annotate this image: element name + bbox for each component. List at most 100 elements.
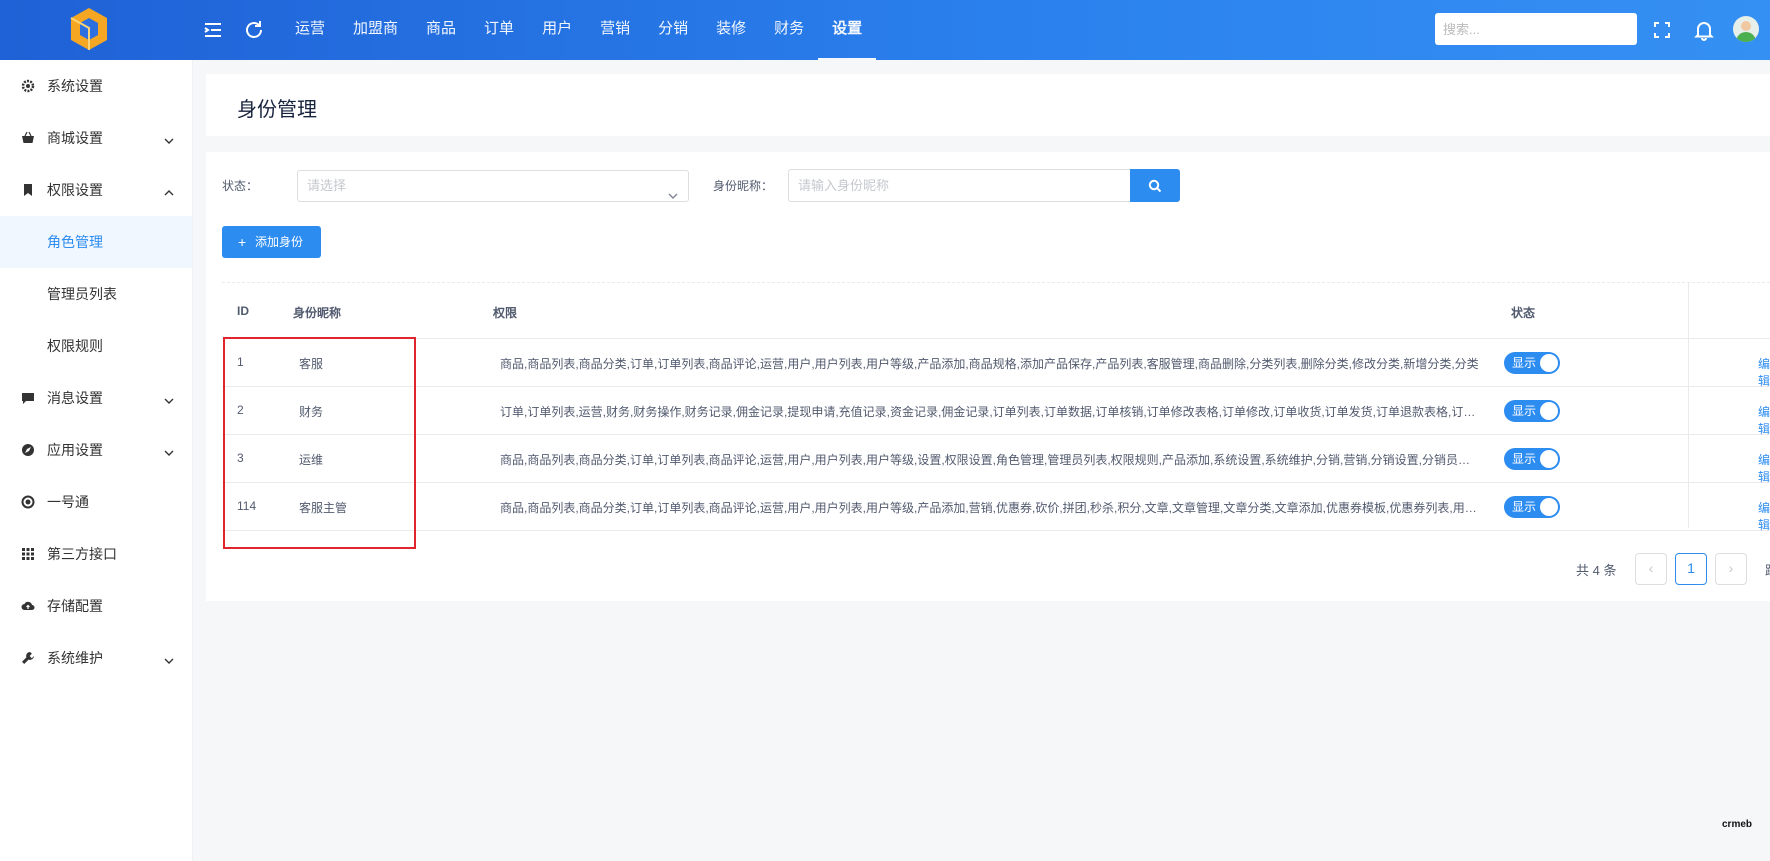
header-id: ID [237, 304, 249, 318]
toggle-knob [1540, 354, 1558, 372]
sidebar-item-system-maintenance[interactable]: 系统维护 [0, 632, 192, 684]
wrench-icon [21, 651, 35, 665]
edit-link[interactable]: 编辑 [1758, 451, 1770, 485]
toggle-knob [1540, 450, 1558, 468]
sidebar-item-label: 权限规则 [47, 338, 103, 354]
sidebar-item-label: 系统维护 [47, 650, 103, 666]
nav-item-marketing[interactable]: 营销 [586, 0, 644, 60]
search-button[interactable] [1130, 169, 1180, 202]
top-header: 运营 加盟商 商品 订单 用户 营销 分销 装修 财务 设置 [0, 0, 1770, 60]
sidebar-item-storage-config[interactable]: 存储配置 [0, 580, 192, 632]
sidebar-item-label: 第三方接口 [47, 546, 117, 562]
header-name: 身份昵称 [293, 306, 342, 320]
chevron-down-icon [164, 133, 174, 144]
edit-link[interactable]: 编辑 [1758, 355, 1770, 389]
sidebar-item-label: 管理员列表 [47, 286, 117, 302]
table-row: 3 运维 商品,商品列表,商品分类,订单,订单列表,商品评论,运营,用户,用户列… [222, 435, 1770, 485]
plus-icon: + [238, 234, 247, 250]
header-status: 状态 [1511, 306, 1536, 320]
search-icon [1148, 179, 1162, 193]
table-header: ID 身份昵称 权限 状态 [222, 283, 1770, 339]
nav-item-products[interactable]: 商品 [412, 0, 470, 60]
add-role-button-label: 添加身份 [255, 235, 304, 249]
sidebar-item-third-party-api[interactable]: 第三方接口 [0, 528, 192, 580]
add-role-button[interactable]: + 添加身份 [222, 226, 321, 258]
watermark: crmeb [1722, 819, 1753, 830]
cell-permissions: 商品,商品列表,商品分类,订单,订单列表,商品评论,运营,用户,用户列表,用户等… [500, 501, 1482, 515]
sidebar-item-mall-settings[interactable]: 商城设置 [0, 112, 192, 164]
sidebar: 系统设置 商城设置 权限设置 角色管理 管理员列表 权限规则 消息设置 应用设置… [0, 60, 193, 861]
pagination-total: 共 4 条 [1576, 563, 1617, 578]
status-toggle[interactable]: 显示 [1504, 352, 1560, 374]
sidebar-item-permission-settings[interactable]: 权限设置 [0, 164, 192, 216]
status-select-placeholder: 请选择 [307, 178, 347, 193]
circle-icon [21, 495, 35, 509]
page-title: 身份管理 [237, 99, 317, 121]
sidebar-item-system-settings[interactable]: 系统设置 [0, 60, 192, 112]
role-name-input[interactable] [788, 169, 1131, 202]
status-toggle-label: 显示 [1512, 404, 1537, 418]
basket-icon [21, 131, 35, 145]
sidebar-item-role-management[interactable]: 角色管理 [0, 216, 192, 268]
refresh-icon[interactable] [242, 18, 266, 42]
sidebar-item-label: 权限设置 [47, 182, 103, 198]
cell-permissions: 商品,商品列表,商品分类,订单,订单列表,商品评论,运营,用户,用户列表,用户等… [500, 453, 1482, 467]
nav-item-decoration[interactable]: 装修 [702, 0, 760, 60]
page-header: 身份管理 [206, 74, 1770, 136]
sidebar-item-label: 商城设置 [47, 130, 103, 146]
status-toggle-label: 显示 [1512, 500, 1537, 514]
nav-item-settings[interactable]: 设置 [818, 0, 877, 60]
table-row: 114 客服主管 商品,商品列表,商品分类,订单,订单列表,商品评论,运营,用户… [222, 483, 1770, 533]
status-toggle-label: 显示 [1512, 452, 1537, 466]
nav-item-operations[interactable]: 运营 [281, 0, 339, 60]
chevron-down-icon [164, 653, 174, 664]
page-number-button[interactable]: 1 [1675, 553, 1707, 585]
sidebar-item-label: 应用设置 [47, 442, 103, 458]
sidebar-item-label: 消息设置 [47, 390, 103, 406]
gear-icon [21, 79, 35, 93]
nav-item-franchise[interactable]: 加盟商 [339, 0, 412, 60]
status-toggle[interactable]: 显示 [1504, 400, 1560, 422]
status-toggle[interactable]: 显示 [1504, 496, 1560, 518]
edit-link[interactable]: 编辑 [1758, 499, 1770, 533]
sidebar-item-yihaotong[interactable]: 一号通 [0, 476, 192, 528]
sidebar-item-message-settings[interactable]: 消息设置 [0, 372, 192, 424]
pagination-jump-label: 跳 [1765, 560, 1770, 579]
table-row: 1 客服 商品,商品列表,商品分类,订单,订单列表,商品评论,运营,用户,用户列… [222, 339, 1770, 389]
sidebar-item-admin-list[interactable]: 管理员列表 [0, 268, 192, 320]
header-permissions: 权限 [493, 306, 518, 320]
menu-fold-icon[interactable] [201, 18, 225, 42]
toggle-knob [1540, 498, 1558, 516]
top-nav: 运营 加盟商 商品 订单 用户 营销 分销 装修 财务 设置 [281, 0, 877, 60]
chevron-up-icon [164, 185, 174, 196]
nav-item-users[interactable]: 用户 [528, 0, 586, 60]
compass-icon [21, 443, 35, 457]
sidebar-item-label: 系统设置 [47, 78, 103, 94]
status-select[interactable]: 请选择 [297, 170, 689, 202]
table-row: 2 财务 订单,订单列表,运营,财务,财务操作,财务记录,佣金记录,提现申请,充… [222, 387, 1770, 437]
prev-page-button[interactable]: ‹ [1635, 553, 1667, 585]
sidebar-item-app-settings[interactable]: 应用设置 [0, 424, 192, 476]
sidebar-item-permission-rules[interactable]: 权限规则 [0, 320, 192, 372]
roles-table: ID 身份昵称 权限 状态 1 客服 商品,商品列表,商品分类,订单,订单列表,… [222, 282, 1770, 533]
chevron-down-icon [164, 445, 174, 456]
status-toggle[interactable]: 显示 [1504, 448, 1560, 470]
logo[interactable] [0, 0, 192, 60]
avatar[interactable] [1733, 16, 1759, 42]
cloud-upload-icon [21, 599, 35, 613]
bookmark-icon [21, 183, 35, 197]
cell-permissions: 订单,订单列表,运营,财务,财务操作,财务记录,佣金记录,提现申请,充值记录,资… [500, 405, 1482, 419]
name-filter-label: 身份昵称： [713, 179, 774, 193]
main-panel: 状态： 请选择 身份昵称： + 添加身份 ID 身份昵称 权限 状态 1 客服 … [206, 152, 1770, 601]
nav-item-distribution[interactable]: 分销 [644, 0, 702, 60]
sidebar-item-label: 存储配置 [47, 598, 103, 614]
edit-link[interactable]: 编辑 [1758, 403, 1770, 437]
chevron-down-icon [164, 393, 174, 404]
status-toggle-label: 显示 [1512, 356, 1537, 370]
header-search-input[interactable] [1435, 13, 1637, 45]
fullscreen-icon[interactable] [1650, 18, 1674, 42]
nav-item-orders[interactable]: 订单 [470, 0, 528, 60]
nav-item-finance[interactable]: 财务 [760, 0, 818, 60]
bell-icon[interactable] [1692, 18, 1716, 42]
next-page-button[interactable]: › [1715, 553, 1747, 585]
